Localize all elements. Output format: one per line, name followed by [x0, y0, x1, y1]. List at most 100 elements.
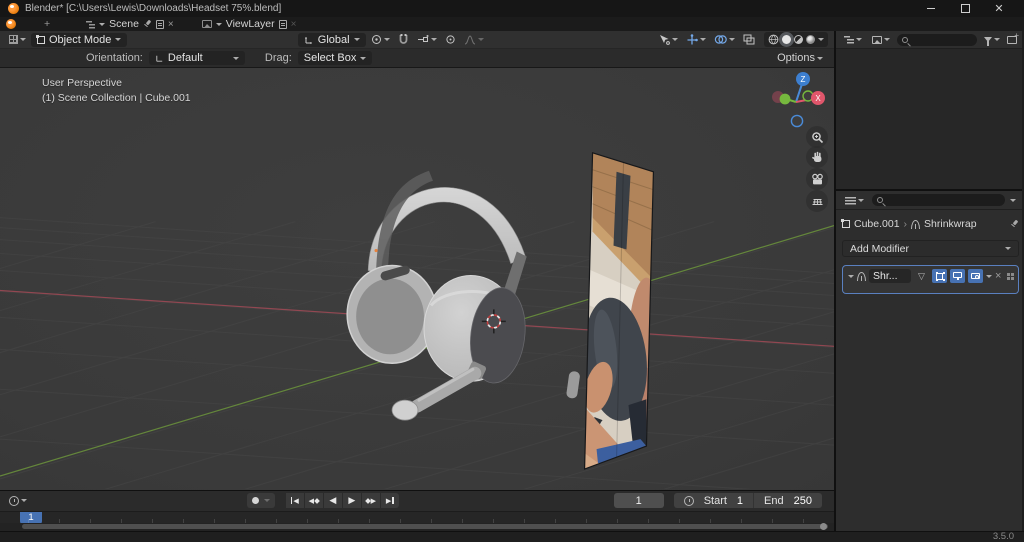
outliner-editor	[836, 31, 1022, 191]
view-layer-selector[interactable]: ViewLayer ×	[202, 18, 297, 30]
navigation-gizmo[interactable]: Z X	[766, 72, 830, 134]
timeline-editor-type-button[interactable]	[6, 494, 30, 508]
close-scene-icon[interactable]: ×	[168, 19, 174, 30]
viewport-scene	[0, 68, 834, 489]
rendered-shading-icon[interactable]	[806, 35, 815, 44]
timeline-ruler[interactable]: 1	[0, 511, 834, 524]
auto-keying-toggle[interactable]	[247, 493, 275, 508]
remove-modifier-icon[interactable]: ×	[995, 270, 1001, 282]
scene-name[interactable]: Scene	[109, 18, 139, 30]
minimize-button[interactable]	[914, 0, 948, 17]
viewport-canvas[interactable]: User Perspective (1) Scene Collection | …	[0, 68, 834, 490]
current-frame-field[interactable]: 1	[614, 493, 664, 508]
object-type-visibility-dropdown[interactable]	[655, 33, 681, 47]
expand-panel-chevron[interactable]	[848, 275, 854, 278]
new-scene-icon[interactable]	[156, 20, 164, 29]
realtime-display-toggle[interactable]	[950, 269, 965, 283]
drag-dropdown[interactable]: Select Box	[298, 51, 373, 65]
show-overlays-toggle[interactable]	[711, 33, 738, 47]
playhead[interactable]: 1	[20, 512, 42, 524]
viewport-overlay-text: User Perspective (1) Scene Collection | …	[42, 76, 191, 106]
camera-view-button[interactable]	[806, 168, 828, 190]
material-preview-shading-icon[interactable]	[794, 35, 803, 44]
properties-header	[836, 191, 1022, 210]
proportional-icon	[445, 34, 456, 45]
xray-toggle[interactable]	[740, 33, 758, 47]
orientation-icon	[304, 35, 314, 45]
outliner-search-input[interactable]	[897, 34, 977, 46]
maximize-button[interactable]	[948, 0, 982, 17]
options-dropdown[interactable]: Options	[774, 51, 826, 65]
outliner-filter-button[interactable]	[981, 33, 1003, 47]
end-frame-field[interactable]: End250	[753, 493, 822, 508]
remove-view-layer-icon[interactable]: ×	[291, 19, 297, 30]
on-cage-toggle[interactable]: ▽	[914, 269, 929, 283]
shading-mode-group	[764, 32, 828, 47]
gizmo-icon	[686, 34, 698, 46]
breadcrumb-modifier[interactable]: Shrinkwrap	[924, 218, 977, 230]
view-layer-name[interactable]: ViewLayer	[226, 18, 275, 30]
render-display-toggle[interactable]	[968, 269, 983, 283]
reference-image-plane[interactable]	[578, 153, 660, 469]
record-icon	[252, 497, 259, 504]
statusbar: 3.5.0	[0, 531, 1024, 542]
wireframe-shading-icon[interactable]	[768, 34, 779, 45]
object-icon	[842, 220, 850, 228]
app-menu-icon[interactable]	[6, 19, 16, 29]
viewport-header: Object Mode Global	[0, 31, 834, 49]
perspective-toggle-button[interactable]	[806, 190, 828, 212]
add-modifier-button[interactable]: Add Modifier	[842, 240, 1019, 257]
modifier-extras-chevron[interactable]	[986, 275, 992, 278]
outliner-editor-type-button[interactable]	[841, 33, 865, 47]
search-icon	[902, 37, 908, 43]
titlebar: Blender* [C:\Users\Lewis\Downloads\Heads…	[0, 0, 1024, 17]
add-workspace-button[interactable]: +	[36, 18, 58, 30]
shrinkwrap-modifier-panel: Shr... ▽ ×	[842, 265, 1019, 294]
new-collection-button[interactable]	[1007, 36, 1017, 44]
breadcrumb-object[interactable]: Cube.001	[854, 218, 900, 230]
play-button[interactable]: ▶	[343, 493, 361, 508]
previous-keyframe-button[interactable]: ◀	[305, 493, 323, 508]
properties-editor-type-button[interactable]	[842, 193, 867, 207]
jump-to-start-button[interactable]: ◀	[286, 493, 304, 508]
editor-type-button[interactable]	[6, 33, 29, 47]
active-object-label: (1) Scene Collection | Cube.001	[42, 91, 191, 106]
blender-logo-icon	[8, 3, 19, 14]
pin-id-icon[interactable]	[1010, 220, 1019, 229]
scrollbar-thumb[interactable]	[22, 524, 828, 529]
show-gizmo-toggle[interactable]	[683, 33, 709, 47]
mode-dropdown[interactable]: Object Mode	[31, 33, 127, 47]
start-frame-field[interactable]: Start1	[674, 493, 753, 508]
gizmo-y[interactable]	[780, 94, 791, 105]
close-button[interactable]: ✕	[982, 0, 1016, 17]
proportional-falloff-dropdown[interactable]	[461, 33, 487, 47]
snap-target-icon	[417, 34, 429, 45]
orientation-dropdown[interactable]: Default	[149, 51, 245, 65]
properties-options-chevron[interactable]	[1010, 199, 1016, 202]
jump-to-end-button[interactable]: ▶	[381, 493, 399, 508]
transform-orientation-dropdown[interactable]: Global	[298, 33, 366, 47]
search-icon	[877, 197, 883, 203]
pivot-point-dropdown[interactable]	[368, 33, 393, 47]
shrinkwrap-icon	[911, 220, 920, 229]
snap-target-dropdown[interactable]	[414, 33, 440, 47]
next-keyframe-button[interactable]: ▶	[362, 493, 380, 508]
solid-shading-icon[interactable]	[782, 35, 791, 44]
snap-toggle[interactable]	[395, 33, 412, 47]
new-view-layer-icon[interactable]	[279, 20, 287, 29]
pin-icon[interactable]	[143, 20, 152, 29]
zoom-view-button[interactable]	[806, 126, 828, 148]
scene-selector[interactable]: Scene ×	[86, 18, 174, 30]
modifier-name-field[interactable]: Shr...	[869, 269, 911, 283]
timeline-scrollbar[interactable]	[0, 523, 834, 531]
scene-icon	[86, 20, 95, 29]
pan-view-button[interactable]	[806, 146, 828, 168]
headset-model[interactable]	[347, 171, 580, 420]
gizmo-neg-z[interactable]	[791, 115, 802, 126]
edit-mode-toggle[interactable]	[932, 269, 947, 283]
play-reverse-button[interactable]: ◀	[324, 493, 342, 508]
outliner-display-mode-button[interactable]	[869, 33, 893, 47]
proportional-editing-toggle[interactable]	[442, 33, 459, 47]
drag-handle-icon[interactable]	[1007, 273, 1010, 276]
properties-search-input[interactable]	[872, 194, 1005, 206]
